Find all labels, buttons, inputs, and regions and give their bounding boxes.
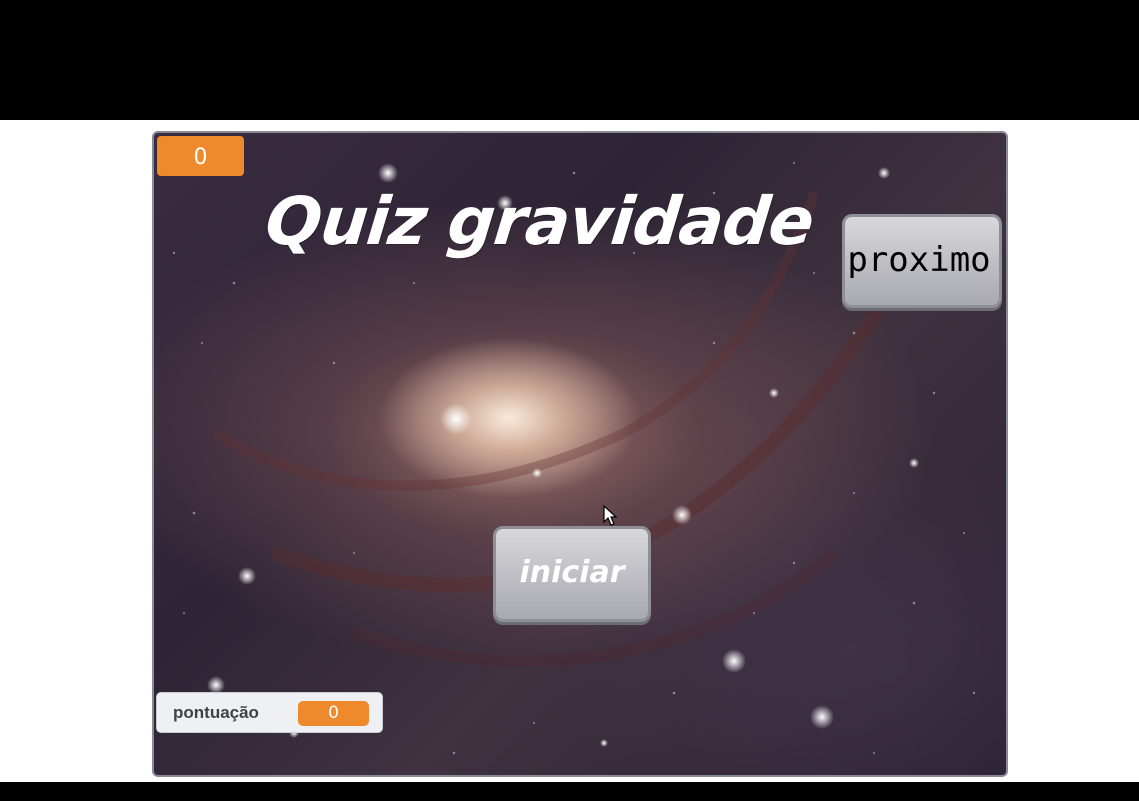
score-value: 0: [298, 701, 369, 726]
next-button[interactable]: proximo: [842, 214, 1002, 308]
mouse-cursor-icon: [603, 505, 618, 526]
game-stage[interactable]: 0 Quiz gravidade proximo iniciar pontuaç…: [152, 131, 1008, 777]
score-monitor: pontuação 0: [156, 692, 383, 733]
top-left-counter: 0: [157, 136, 244, 176]
start-button[interactable]: iniciar: [493, 526, 651, 622]
score-label: pontuação: [173, 703, 259, 722]
bottom-black-bar: [0, 782, 1139, 801]
quiz-title: Quiz gravidade: [261, 183, 817, 260]
top-black-bar: [0, 0, 1139, 120]
